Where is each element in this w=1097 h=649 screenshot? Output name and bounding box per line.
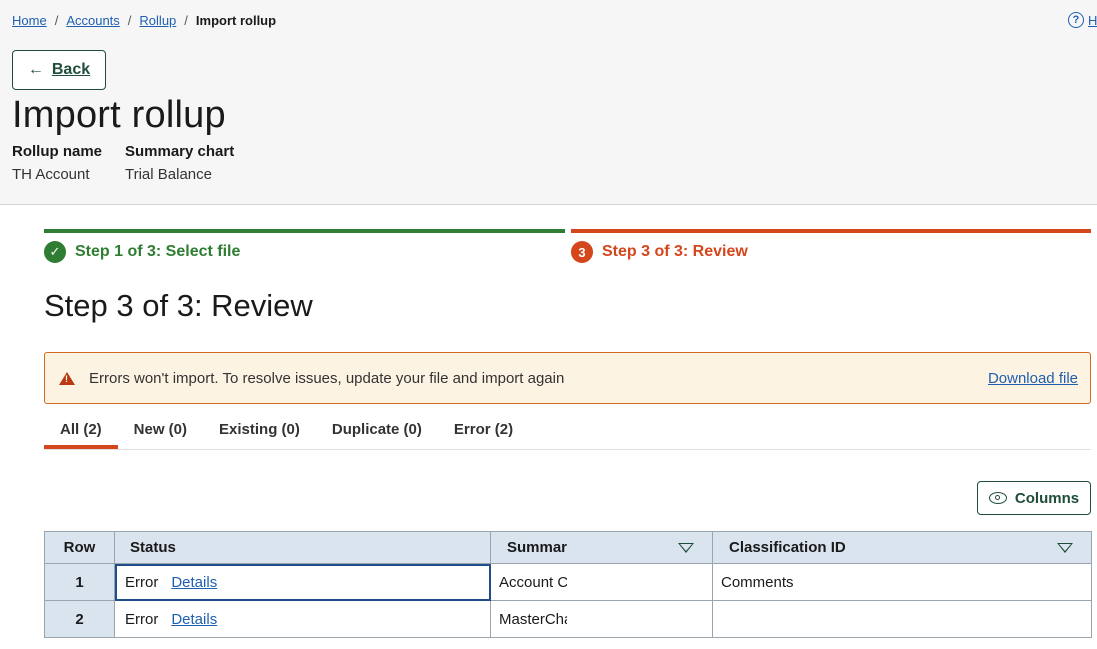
row-number: 2: [44, 600, 115, 638]
classification-cell[interactable]: [712, 600, 1092, 638]
rollup-name-label: Rollup name: [12, 143, 103, 160]
step3-indicator: 3 Step 3 of 3: Review: [571, 241, 748, 263]
classification-header-label: Classification ID: [729, 539, 846, 556]
column-header-status[interactable]: Status: [114, 531, 491, 564]
column-header-classification[interactable]: Classification ID: [712, 531, 1092, 564]
summary-header-label: Summar: [507, 539, 568, 556]
help-link[interactable]: ? H: [1068, 12, 1097, 28]
tab-error[interactable]: Error (2): [438, 410, 529, 448]
back-button[interactable]: ← Back: [12, 50, 106, 90]
column-header-summary[interactable]: Summar: [490, 531, 713, 564]
summary-value: MasterCha: [499, 610, 567, 628]
details-link[interactable]: Details: [171, 574, 217, 591]
step1-indicator[interactable]: ✓ Step 1 of 3: Select file: [44, 241, 240, 263]
page-title: Import rollup: [12, 94, 226, 136]
step1-progress-bar: [44, 229, 565, 233]
help-label: H: [1088, 12, 1097, 28]
eye-icon: [988, 492, 1007, 504]
table-header-row: Row Status Summar Classification ID: [44, 531, 1092, 564]
arrow-left-icon: ←: [27, 61, 44, 78]
status-cell[interactable]: Error Details: [114, 563, 491, 601]
tab-new[interactable]: New (0): [118, 410, 203, 448]
checkmark-icon: ✓: [44, 241, 66, 263]
summary-cell[interactable]: MasterCha: [490, 600, 713, 638]
tab-all[interactable]: All (2): [44, 410, 118, 449]
status-value: Error: [125, 610, 159, 628]
rollup-name-field: Rollup name TH Account: [12, 143, 102, 183]
breadcrumb-separator: /: [127, 13, 132, 28]
table-row: 2 Error Details MasterCha: [44, 600, 1092, 638]
tab-existing[interactable]: Existing (0): [203, 410, 316, 448]
summary-cell[interactable]: Account C: [490, 563, 713, 601]
breadcrumb: Home / Accounts / Rollup / Import rollup: [12, 13, 276, 28]
breadcrumb-home-link[interactable]: Home: [12, 13, 47, 28]
breadcrumb-accounts-link[interactable]: Accounts: [66, 13, 119, 28]
step3-number: 3: [571, 241, 593, 263]
filter-icon[interactable]: [678, 542, 694, 553]
summary-value: Account C: [499, 573, 567, 591]
status-cell[interactable]: Error Details: [114, 600, 491, 638]
column-header-row: Row: [44, 531, 115, 564]
classification-value: Comments: [721, 573, 794, 591]
columns-button[interactable]: Columns: [977, 481, 1091, 515]
row-number: 1: [44, 563, 115, 601]
section-title: Step 3 of 3: Review: [44, 288, 313, 323]
summary-chart-value: Trial Balance: [125, 166, 212, 183]
review-table: Row Status Summar Classification ID 1 Er…: [44, 531, 1092, 638]
tab-duplicate[interactable]: Duplicate (0): [316, 410, 438, 448]
step3-label: Step 3 of 3: Review: [602, 243, 748, 260]
summary-chart-field: Summary chart Trial Balance: [125, 143, 234, 183]
warning-icon: [59, 371, 75, 385]
alert-message: Errors won't import. To resolve issues, …: [89, 369, 565, 387]
breadcrumb-separator: /: [54, 13, 59, 28]
step3-progress-bar: [571, 229, 1091, 233]
breadcrumb-rollup-link[interactable]: Rollup: [139, 13, 176, 28]
breadcrumb-separator: /: [184, 13, 188, 28]
status-value: Error: [125, 573, 159, 591]
warning-alert: Errors won't import. To resolve issues, …: [44, 352, 1091, 404]
details-link[interactable]: Details: [171, 611, 217, 628]
step1-label: Step 1 of 3: Select file: [75, 243, 241, 260]
filter-tabs: All (2) New (0) Existing (0) Duplicate (…: [44, 410, 1091, 450]
download-file-link[interactable]: Download file: [988, 370, 1078, 387]
columns-button-label: Columns: [1014, 489, 1080, 507]
rollup-name-value: TH Account: [12, 166, 90, 183]
summary-chart-label: Summary chart: [125, 143, 235, 160]
question-icon: ?: [1068, 12, 1084, 28]
table-row: 1 Error Details Account C Comments: [44, 563, 1092, 601]
back-button-label: Back: [51, 61, 91, 78]
status-header-label: Status: [130, 539, 176, 556]
classification-cell[interactable]: Comments: [712, 563, 1092, 601]
filter-icon[interactable]: [1057, 542, 1073, 553]
breadcrumb-current: Import rollup: [195, 13, 277, 28]
